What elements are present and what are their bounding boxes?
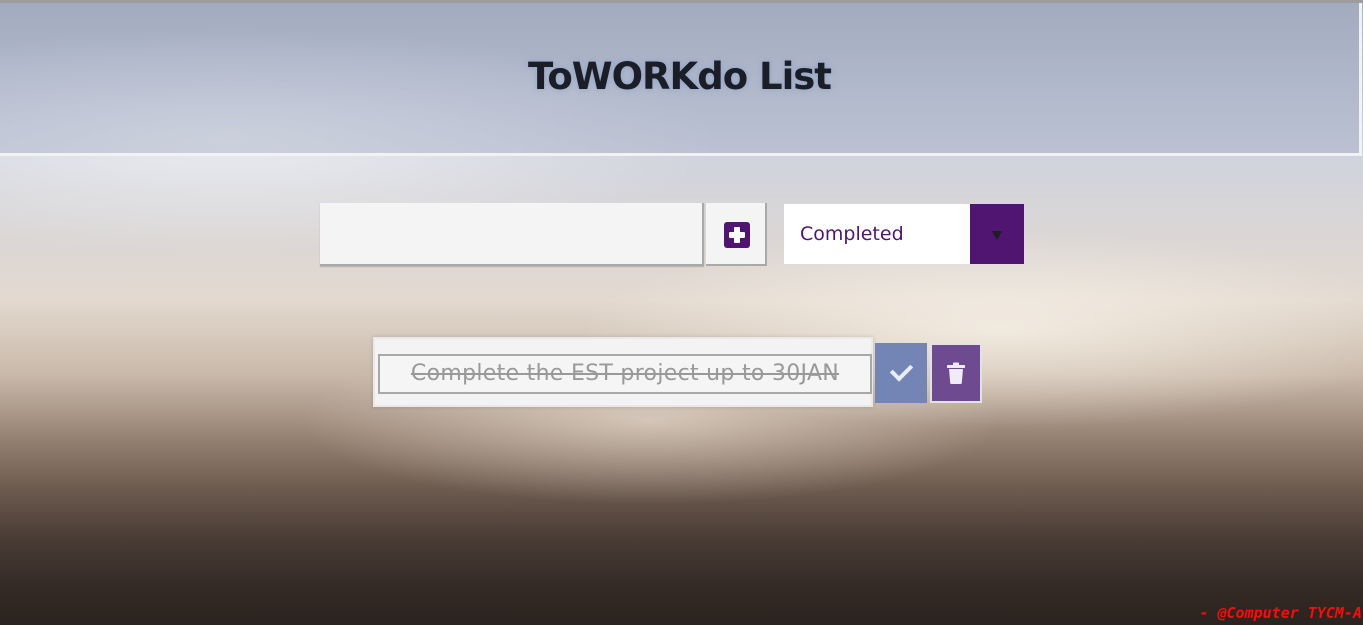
credit-text: - @Computer TYCM-A — [1199, 604, 1362, 622]
complete-button[interactable] — [875, 343, 927, 403]
page-title: ToWORKdo List — [528, 55, 832, 98]
filter-selected-value: Completed — [800, 223, 904, 245]
add-todo-button[interactable] — [706, 203, 767, 266]
header: ToWORKdo List — [0, 3, 1362, 156]
todo-item-text: Complete the EST project up to 30JAN — [378, 354, 872, 394]
app-background: ToWORKdo List Completed Complete the EST… — [0, 0, 1363, 625]
trash-icon — [947, 362, 965, 384]
filter-dropdown-button[interactable] — [970, 204, 1024, 264]
todo-item: Complete the EST project up to 30JAN — [373, 337, 986, 407]
plus-square-icon — [723, 221, 750, 248]
check-icon — [889, 358, 913, 382]
chevron-down-icon — [992, 230, 1002, 240]
filter-select[interactable]: Completed — [784, 204, 1024, 264]
todo-item-container: Complete the EST project up to 30JAN — [373, 337, 873, 407]
todo-input[interactable] — [320, 203, 704, 266]
delete-button[interactable] — [930, 343, 982, 403]
